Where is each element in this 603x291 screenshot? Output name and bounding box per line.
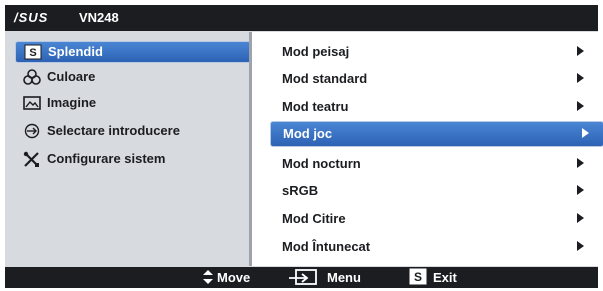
submenu-item-label: Mod joc bbox=[283, 126, 333, 141]
menu-hint: Menu bbox=[327, 270, 361, 285]
splendid-icon: S bbox=[24, 44, 42, 60]
submenu-item-label: Mod teatru bbox=[282, 99, 349, 114]
submenu-item-srgb[interactable]: sRGB bbox=[270, 179, 598, 201]
menu-item-label: Imagine bbox=[47, 95, 97, 110]
menu-item-label: Selectare introducere bbox=[47, 123, 180, 138]
menu-item-label: Splendid bbox=[48, 44, 103, 59]
system-setup-icon bbox=[23, 151, 41, 167]
menu-item-system-setup[interactable]: Configurare sistem bbox=[15, 149, 249, 169]
menu-item-input-select[interactable]: Selectare introducere bbox=[15, 121, 249, 141]
submenu-item-mod-teatru[interactable]: Mod teatru bbox=[270, 95, 598, 117]
image-icon bbox=[23, 95, 41, 111]
arrow-right-icon bbox=[577, 213, 584, 223]
submenu-item-mod-joc[interactable]: Mod joc bbox=[270, 121, 603, 147]
hotkey-bar: Move Menu S Exit bbox=[5, 267, 598, 288]
submenu-item-label: Mod Întunecat bbox=[282, 239, 371, 254]
submenu-item-label: sRGB bbox=[282, 183, 319, 198]
arrow-right-icon bbox=[582, 128, 589, 138]
submenu-item-mod-nocturn[interactable]: Mod nocturn bbox=[270, 152, 598, 174]
arrow-right-icon bbox=[577, 185, 584, 195]
arrow-right-icon bbox=[577, 46, 584, 56]
arrow-right-icon bbox=[577, 158, 584, 168]
menu-enter-icon bbox=[288, 269, 318, 291]
model-name: VN248 bbox=[79, 10, 119, 25]
brand-logo: /SUS bbox=[14, 10, 49, 25]
menu-item-splendid[interactable]: S Splendid bbox=[15, 41, 251, 63]
color-icon bbox=[23, 69, 41, 85]
submenu-item-mod-intunecat[interactable]: Mod Întunecat bbox=[270, 235, 598, 257]
menu-item-culoare[interactable]: Culoare bbox=[15, 67, 249, 87]
submenu-item-label: Mod peisaj bbox=[282, 44, 350, 59]
input-select-icon bbox=[23, 123, 41, 139]
arrow-right-icon bbox=[577, 73, 584, 83]
exit-key-icon: S bbox=[409, 268, 427, 290]
submenu-item-label: Mod nocturn bbox=[282, 156, 361, 171]
move-hint: Move bbox=[217, 270, 251, 285]
menu-item-label: Culoare bbox=[47, 69, 96, 84]
submenu-panel: Mod peisaj Mod standard Mod teatru Mod j… bbox=[252, 32, 603, 266]
submenu-item-mod-citire[interactable]: Mod Citire bbox=[270, 207, 598, 229]
svg-text:S: S bbox=[29, 47, 36, 59]
main-menu: S Splendid Culoare Imagine Selectare int… bbox=[9, 35, 251, 267]
submenu-item-label: Mod standard bbox=[282, 71, 368, 86]
up-down-arrows-icon bbox=[202, 269, 214, 290]
title-bar: /SUS VN248 bbox=[5, 5, 598, 31]
submenu-item-mod-standard[interactable]: Mod standard bbox=[270, 67, 598, 89]
arrow-right-icon bbox=[577, 241, 584, 251]
exit-key-letter: S bbox=[414, 270, 422, 284]
osd-window: /SUS VN248 S Splendid Culoare Imagine Se… bbox=[5, 5, 603, 288]
arrow-right-icon bbox=[577, 101, 584, 111]
menu-item-imagine[interactable]: Imagine bbox=[15, 93, 249, 113]
menu-item-label: Configurare sistem bbox=[47, 151, 166, 166]
submenu-item-mod-peisaj[interactable]: Mod peisaj bbox=[270, 40, 598, 62]
submenu-item-label: Mod Citire bbox=[282, 211, 346, 226]
exit-hint: Exit bbox=[433, 270, 457, 285]
